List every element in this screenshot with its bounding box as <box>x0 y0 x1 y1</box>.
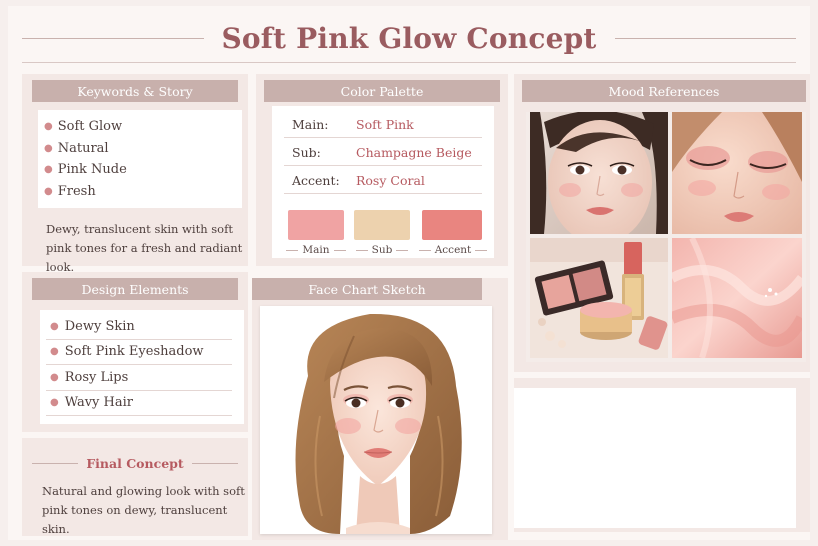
swatch-label-sub: Sub <box>348 244 416 256</box>
title-rule-right <box>614 37 796 39</box>
moodboard-page: Soft Pink Glow Concept Keywords & Story … <box>8 6 810 540</box>
palette-key: Accent: <box>292 173 340 188</box>
keyword-item: ● Natural <box>44 138 127 160</box>
palette-row-sub: Sub: Champagne Beige <box>284 140 482 166</box>
keyword-label: Natural <box>57 140 109 156</box>
swatch-label-main: Main <box>280 244 352 256</box>
design-label: Rosy Lips <box>64 369 129 385</box>
title-rule-left <box>22 37 204 39</box>
mood-image-portrait <box>530 112 668 234</box>
keyword-item: ● Pink Nude <box>44 159 127 181</box>
design-card: ● Dewy Skin ● Soft Pink Eyeshadow ● Rosy Li… <box>40 310 244 424</box>
mood-heading: Mood References <box>522 80 806 102</box>
face-chart-panel: Face Chart Sketch <box>252 278 508 540</box>
swatch-accent <box>422 210 482 240</box>
mood-grid <box>526 112 806 362</box>
design-panel: Design Elements ● Dewy Skin ● Soft Pink Ey… <box>22 272 248 432</box>
final-heading: Final Concept <box>26 456 244 471</box>
title-divider <box>22 62 796 63</box>
design-list: ● Dewy Skin ● Soft Pink Eyeshadow ● Rosy Li… <box>46 314 232 416</box>
bullet-icon: ● <box>44 185 53 197</box>
final-text: Natural and glowing look with soft pink … <box>42 482 246 539</box>
palette-row-accent: Accent: Rosy Coral <box>284 168 482 194</box>
bullet-icon: ● <box>44 121 53 133</box>
keyword-label: Fresh <box>57 183 96 199</box>
palette-heading: Color Palette <box>264 80 500 102</box>
palette-key: Sub: <box>292 145 321 160</box>
final-line: Natural and glowing look with soft <box>42 484 245 498</box>
story-text: Dewy, translucent skin with soft pink to… <box>46 220 246 277</box>
face-chart-illustration <box>260 306 492 534</box>
keyword-item: ● Soft Glow <box>44 116 127 138</box>
swatch-sub <box>354 210 410 240</box>
title-row: Soft Pink Glow Concept <box>22 18 796 58</box>
palette-value: Soft Pink <box>356 117 414 132</box>
final-panel: Final Concept Natural and glowing look w… <box>22 438 248 536</box>
page-title: Soft Pink Glow Concept <box>221 21 597 55</box>
design-label: Soft Pink Eyeshadow <box>64 344 204 360</box>
keywords-list: ● Soft Glow ● Natural ● Pink Nude ● Fresh <box>44 116 127 202</box>
keywords-heading: Keywords & Story <box>32 80 238 102</box>
final-line: pink tones on dewy, translucent skin. <box>42 503 228 536</box>
keywords-panel: Keywords & Story ● Soft Glow ● Natural ● Pi… <box>22 74 248 274</box>
face-chart-card <box>260 306 492 534</box>
story-line: Dewy, translucent skin with soft <box>46 222 233 236</box>
bullet-icon: ● <box>44 142 53 154</box>
keyword-label: Soft Glow <box>57 119 123 135</box>
design-item: ● Dewy Skin <box>46 314 232 340</box>
design-label: Wavy Hair <box>64 395 133 411</box>
palette-card: Main: Soft Pink Sub: Champagne Beige Acc… <box>272 106 494 258</box>
bullet-icon: ● <box>50 320 59 332</box>
mood-image-eyeshadow <box>672 112 802 234</box>
design-label: Dewy Skin <box>64 318 135 334</box>
design-item: ● Wavy Hair <box>46 391 232 416</box>
keyword-label: Pink Nude <box>57 162 127 178</box>
keywords-card: ● Soft Glow ● Natural ● Pink Nude ● Fresh <box>38 110 242 208</box>
palette-value: Rosy Coral <box>356 173 425 188</box>
bullet-icon: ● <box>50 397 59 409</box>
palette-value: Champagne Beige <box>356 145 472 160</box>
mood-image-satin <box>672 238 802 358</box>
design-heading: Design Elements <box>32 278 238 300</box>
design-item: ● Soft Pink Eyeshadow <box>46 340 232 365</box>
swatch-main <box>288 210 344 240</box>
design-item: ● Rosy Lips <box>46 365 232 391</box>
palette-panel: Color Palette Main: Soft Pink Sub: Champ… <box>256 74 508 266</box>
palette-row-main: Main: Soft Pink <box>284 112 482 138</box>
bullet-icon: ● <box>50 346 59 358</box>
blank-panel <box>514 378 810 532</box>
palette-key: Main: <box>292 117 329 132</box>
swatch-label-accent: Accent <box>416 244 490 256</box>
blank-card <box>514 388 796 528</box>
keyword-item: ● Fresh <box>44 181 127 203</box>
bullet-icon: ● <box>44 164 53 176</box>
bullet-icon: ● <box>50 371 59 383</box>
mood-panel: Mood References <box>514 74 810 372</box>
mood-image-products <box>530 238 668 358</box>
face-chart-heading: Face Chart Sketch <box>252 278 482 300</box>
